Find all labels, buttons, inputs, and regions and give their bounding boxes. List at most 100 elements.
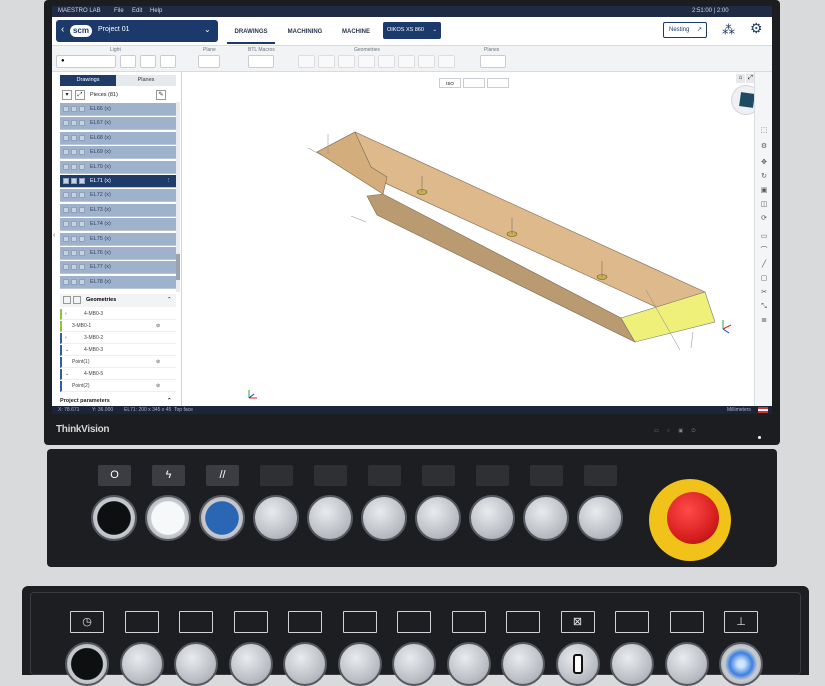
panel-button[interactable]	[119, 642, 164, 686]
filter-icon[interactable]: ▾	[62, 90, 72, 100]
rotate-icon[interactable]: ↻	[758, 172, 770, 182]
piece-row[interactable]: EL68 (x)	[60, 131, 176, 145]
light-button-2[interactable]	[140, 55, 156, 68]
panel-button[interactable]	[664, 642, 709, 686]
layers-icon[interactable]: ≣	[758, 316, 770, 326]
panel-button[interactable]	[228, 642, 273, 686]
collapse-sidebar-icon[interactable]: ‹	[53, 232, 55, 239]
tab-drawings[interactable]: DRAWINGS	[227, 20, 275, 44]
panel-button[interactable]	[337, 642, 382, 686]
edit-icon[interactable]: ✎	[156, 90, 166, 100]
visibility-icon[interactable]	[63, 206, 69, 213]
piece-row[interactable]: EL78 (x)	[60, 275, 176, 289]
panel-button[interactable]	[91, 495, 137, 541]
visibility-icon[interactable]	[63, 106, 69, 112]
piece-row[interactable]: EL70 (x)	[60, 160, 176, 174]
geometry-tool-4[interactable]	[358, 55, 375, 68]
tab-machining[interactable]: MACHINING	[280, 20, 330, 44]
chevron-right-icon[interactable]: ›	[65, 309, 67, 320]
scrollbar[interactable]	[176, 102, 180, 292]
menu-file[interactable]: File	[114, 6, 124, 17]
btl-macros-select[interactable]	[248, 55, 274, 68]
flag-icon[interactable]	[758, 407, 768, 413]
panel-button[interactable]	[577, 495, 623, 541]
piece-row[interactable]: EL72 (x)	[60, 189, 176, 203]
piece-row[interactable]: EL66 (x)	[60, 103, 176, 116]
geometry-tool-2[interactable]	[318, 55, 335, 68]
visibility-icon[interactable]	[63, 235, 69, 242]
geometry-tool-6[interactable]	[398, 55, 415, 68]
plane-select[interactable]	[198, 55, 220, 68]
mirror-icon[interactable]: ◫	[758, 200, 770, 210]
chevron-down-icon[interactable]: ⌄	[65, 369, 69, 380]
select-icon[interactable]: ⬚	[758, 126, 770, 136]
panel-button[interactable]	[501, 642, 545, 686]
visibility-icon[interactable]: ⊘	[156, 357, 160, 368]
expand-icon[interactable]: ⤢	[75, 90, 85, 100]
visibility-icon[interactable]	[63, 278, 69, 285]
visibility-icon[interactable]	[63, 264, 69, 271]
visibility-icon[interactable]: ⊘	[156, 321, 160, 332]
line-icon[interactable]: ╱	[758, 260, 770, 270]
more-icon[interactable]: ⋮	[166, 175, 172, 188]
visibility-icon[interactable]	[63, 149, 69, 156]
piece-row[interactable]: EL74 (x)	[60, 218, 176, 232]
panel-button[interactable]	[392, 642, 436, 686]
menu-edit[interactable]: Edit	[132, 6, 142, 17]
piece-row[interactable]: EL76 (x)	[60, 247, 176, 260]
panel-button[interactable]	[446, 642, 491, 686]
tab-sidebar-planes[interactable]: Planes	[116, 75, 176, 86]
move-icon[interactable]: ✥	[758, 158, 770, 168]
nesting-button[interactable]: Nesting ↗	[663, 22, 707, 38]
geometry-row[interactable]: ⌄ 4-MB0-5	[60, 369, 176, 380]
align-icon[interactable]: ▭	[758, 232, 770, 242]
light-button-3[interactable]	[160, 55, 176, 68]
visibility-icon[interactable]	[63, 134, 69, 141]
settings-icon[interactable]: ⚙	[758, 142, 770, 152]
panel-button[interactable]	[65, 642, 109, 686]
panel-button[interactable]	[145, 495, 191, 541]
project-parameters-row[interactable]: Project parameters ⌃	[60, 396, 176, 406]
viewport-3d[interactable]: ISO ⌂ ⤢	[183, 72, 761, 406]
panel-button[interactable]	[283, 642, 327, 686]
visibility-icon[interactable]	[63, 221, 69, 228]
key-switch[interactable]	[555, 642, 600, 686]
project-selector[interactable]: ‹ scm Project 01 ⌄	[56, 20, 218, 42]
panel-button[interactable]	[199, 495, 245, 541]
modules-icon[interactable]: ⁂	[722, 22, 735, 38]
geometry-tool-8[interactable]	[438, 55, 455, 68]
panel-button[interactable]	[523, 495, 569, 541]
checkbox-icon[interactable]	[63, 296, 71, 304]
tab-machine[interactable]: MACHINE	[334, 20, 378, 44]
geometry-tool-3[interactable]	[338, 55, 355, 68]
piece-row[interactable]: EL73 (x)	[60, 203, 176, 217]
geometries-header[interactable]: Geometries ⌃	[60, 294, 176, 307]
geometry-tool-1[interactable]	[298, 55, 315, 68]
geometry-tool-7[interactable]	[418, 55, 435, 68]
geometry-row[interactable]: › 4-MB0-3	[60, 309, 176, 320]
emergency-stop-button[interactable]	[667, 492, 719, 544]
piece-row[interactable]: EL77 (x)	[60, 261, 176, 275]
light-select[interactable]: ●	[56, 55, 116, 68]
panel-button[interactable]	[361, 495, 407, 541]
panel-button[interactable]	[469, 495, 515, 541]
menu-help[interactable]: Help	[150, 6, 162, 17]
measure-icon[interactable]: ⤡	[758, 302, 770, 312]
cut-icon[interactable]: ✂	[758, 288, 770, 298]
piece-row[interactable]: EL69 (x)	[60, 146, 176, 160]
geometry-row[interactable]: Point(2) ⊘	[60, 381, 176, 392]
gear-icon[interactable]: ⚙	[750, 20, 763, 37]
tab-sidebar-drawings[interactable]: Drawings	[60, 75, 116, 86]
geometry-row[interactable]: › 3-MB0-2	[60, 333, 176, 344]
visibility-icon[interactable]: ⊘	[156, 381, 160, 392]
panel-button[interactable]	[253, 495, 299, 541]
visibility-icon[interactable]	[63, 163, 69, 170]
geometry-row[interactable]: 3-MB0-1 ⊘	[60, 321, 176, 332]
panel-button[interactable]	[174, 642, 218, 686]
panel-button[interactable]	[307, 495, 353, 541]
light-button-1[interactable]	[120, 55, 136, 68]
geometry-row[interactable]: ⌄ 4-MB0-3	[60, 345, 176, 356]
visibility-icon[interactable]	[63, 120, 69, 127]
chevron-down-icon[interactable]: ⌄	[65, 345, 69, 356]
piece-row[interactable]: EL67 (x)	[60, 117, 176, 131]
